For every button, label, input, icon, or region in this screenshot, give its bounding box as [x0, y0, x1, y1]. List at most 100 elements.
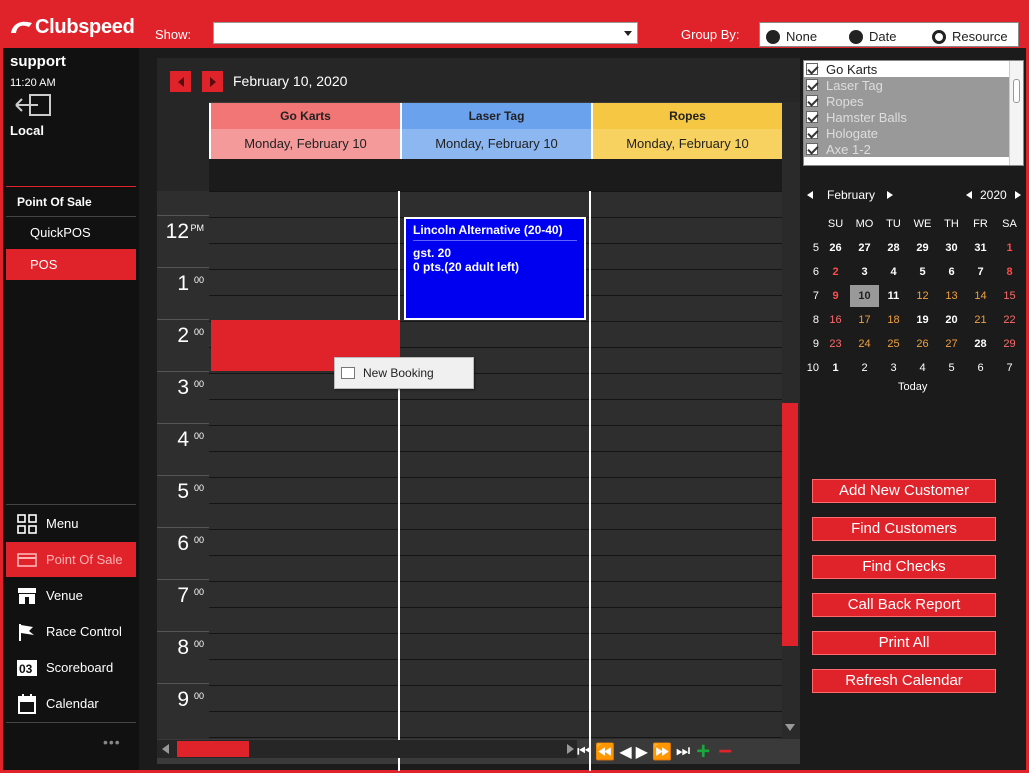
day-cell[interactable]: 28 — [879, 242, 908, 254]
last-page-icon[interactable]: ⏭ — [676, 743, 690, 761]
vertical-scroll-thumb[interactable] — [782, 403, 798, 646]
day-cell[interactable]: 22 — [995, 314, 1024, 326]
checkbox-checked-icon[interactable] — [806, 111, 818, 123]
day-cell[interactable]: 9 — [821, 290, 850, 302]
day-cell[interactable]: 24 — [850, 338, 879, 350]
day-cell[interactable]: 3 — [850, 266, 879, 278]
next-year-icon[interactable] — [1014, 191, 1021, 199]
checkbox-checked-icon[interactable] — [806, 143, 818, 155]
day-cell[interactable]: 28 — [966, 338, 995, 350]
prev-day-button[interactable] — [170, 71, 191, 92]
find-checks-button[interactable]: Find Checks — [812, 555, 996, 579]
resource-filter-item[interactable]: Ropes — [804, 93, 1023, 109]
day-cell[interactable]: 1 — [995, 242, 1024, 254]
next-page-icon[interactable]: ▶ — [636, 742, 648, 762]
day-cell[interactable]: 6 — [966, 362, 995, 374]
context-menu-new-booking[interactable]: New Booking — [334, 357, 474, 389]
day-cell[interactable]: 30 — [937, 242, 966, 254]
call-back-report-button[interactable]: Call Back Report — [812, 593, 996, 617]
day-cell[interactable]: 5 — [937, 362, 966, 374]
day-cell[interactable]: 27 — [937, 338, 966, 350]
sidebar-item-quickpos[interactable]: QuickPOS — [6, 217, 136, 248]
day-cell[interactable]: 26 — [821, 242, 850, 254]
day-cell[interactable]: 7 — [995, 362, 1024, 374]
nav-venue[interactable]: Venue — [6, 578, 136, 613]
day-cell[interactable]: 16 — [821, 314, 850, 326]
logout-icon[interactable] — [13, 94, 53, 116]
day-cell[interactable]: 21 — [966, 314, 995, 326]
day-cell[interactable]: 20 — [937, 314, 966, 326]
add-resource-icon[interactable]: + — [696, 738, 710, 766]
show-dropdown[interactable] — [213, 22, 638, 44]
nav-point-of-sale[interactable]: Point Of Sale — [6, 542, 136, 577]
nav-scoreboard[interactable]: 03 Scoreboard — [6, 650, 136, 685]
day-cell[interactable]: 1 — [821, 362, 850, 374]
first-page-icon[interactable]: ⏮ — [577, 743, 591, 761]
next-month-icon[interactable] — [887, 191, 894, 199]
day-cell[interactable]: 19 — [908, 314, 937, 326]
nav-race-control[interactable]: Race Control — [6, 614, 136, 649]
add-new-customer-button[interactable]: Add New Customer — [812, 479, 996, 503]
more-icon[interactable]: ••• — [103, 734, 121, 750]
nav-menu[interactable]: Menu — [6, 506, 136, 541]
prev-page-icon[interactable]: ◀ — [619, 742, 631, 762]
day-cell[interactable]: 13 — [937, 290, 966, 302]
resource-list-scroll-thumb[interactable] — [1013, 79, 1020, 103]
find-customers-button[interactable]: Find Customers — [812, 517, 996, 541]
resource-filter-item[interactable]: Laser Tag — [804, 77, 1023, 93]
day-cell[interactable]: 23 — [821, 338, 850, 350]
day-cell[interactable]: 12 — [908, 290, 937, 302]
day-cell[interactable]: 3 — [879, 362, 908, 374]
day-cell[interactable]: 6 — [937, 266, 966, 278]
prev-year-icon[interactable] — [966, 191, 972, 199]
day-cell[interactable]: 14 — [966, 290, 995, 302]
next-day-button[interactable] — [202, 71, 223, 92]
day-cell[interactable]: 29 — [995, 338, 1024, 350]
prev-month-icon[interactable] — [807, 191, 813, 199]
nav-calendar[interactable]: Calendar — [6, 686, 136, 721]
scroll-down-icon[interactable] — [785, 724, 795, 731]
resource-header[interactable]: Laser Tag Monday, February 10 — [400, 103, 591, 159]
checkbox-checked-icon[interactable] — [806, 79, 818, 91]
day-cell[interactable]: 11 — [879, 290, 908, 302]
day-cell[interactable]: 29 — [908, 242, 937, 254]
day-cell[interactable]: 17 — [850, 314, 879, 326]
time-grid[interactable]: 12 PM 1 00 2 00 3 00 4 00 5 00 6 00 7 00 8 00 9 00… — [157, 191, 782, 771]
day-cell[interactable]: 2 — [850, 362, 879, 374]
resource-list-scrollbar[interactable] — [1009, 61, 1023, 165]
prev-page-fast-icon[interactable]: ⏪ — [595, 742, 615, 762]
day-cell[interactable]: 26 — [908, 338, 937, 350]
day-cell[interactable]: 8 — [995, 266, 1024, 278]
resource-header[interactable]: Ropes Monday, February 10 — [591, 103, 782, 159]
day-cell[interactable]: 7 — [966, 266, 995, 278]
today-button[interactable]: Today — [898, 381, 927, 393]
day-cell[interactable]: 2 — [821, 266, 850, 278]
scroll-left-icon[interactable] — [162, 744, 169, 754]
scroll-right-icon[interactable] — [567, 744, 574, 754]
day-cell[interactable]: 10 — [850, 285, 879, 307]
print-all-button[interactable]: Print All — [812, 631, 996, 655]
radio-none[interactable]: None — [766, 29, 817, 44]
checkbox-checked-icon[interactable] — [806, 95, 818, 107]
sidebar-item-pos[interactable]: POS — [6, 249, 136, 280]
day-cell[interactable]: 4 — [908, 362, 937, 374]
radio-date[interactable]: Date — [849, 29, 896, 44]
horizontal-scroll-thumb[interactable] — [177, 741, 249, 757]
day-cell[interactable]: 31 — [966, 242, 995, 254]
refresh-calendar-button[interactable]: Refresh Calendar — [812, 669, 996, 693]
checkbox-checked-icon[interactable] — [806, 63, 818, 75]
checkbox-checked-icon[interactable] — [806, 127, 818, 139]
day-cell[interactable]: 5 — [908, 266, 937, 278]
resource-header[interactable]: Go Karts Monday, February 10 — [209, 103, 400, 159]
day-cell[interactable]: 4 — [879, 266, 908, 278]
day-cell[interactable]: 27 — [850, 242, 879, 254]
all-day-row[interactable] — [209, 159, 782, 192]
day-cell[interactable]: 18 — [879, 314, 908, 326]
resource-filter-item[interactable]: Hologate — [804, 125, 1023, 141]
next-page-fast-icon[interactable]: ⏩ — [652, 742, 672, 762]
resource-filter-item[interactable]: Hamster Balls — [804, 109, 1023, 125]
day-cell[interactable]: 15 — [995, 290, 1024, 302]
remove-resource-icon[interactable]: − — [718, 738, 732, 766]
booking-event[interactable]: Lincoln Alternative (20-40) gst. 20 0 pt… — [404, 217, 586, 320]
resource-filter-item[interactable]: Axe 1-2 — [804, 141, 1023, 157]
